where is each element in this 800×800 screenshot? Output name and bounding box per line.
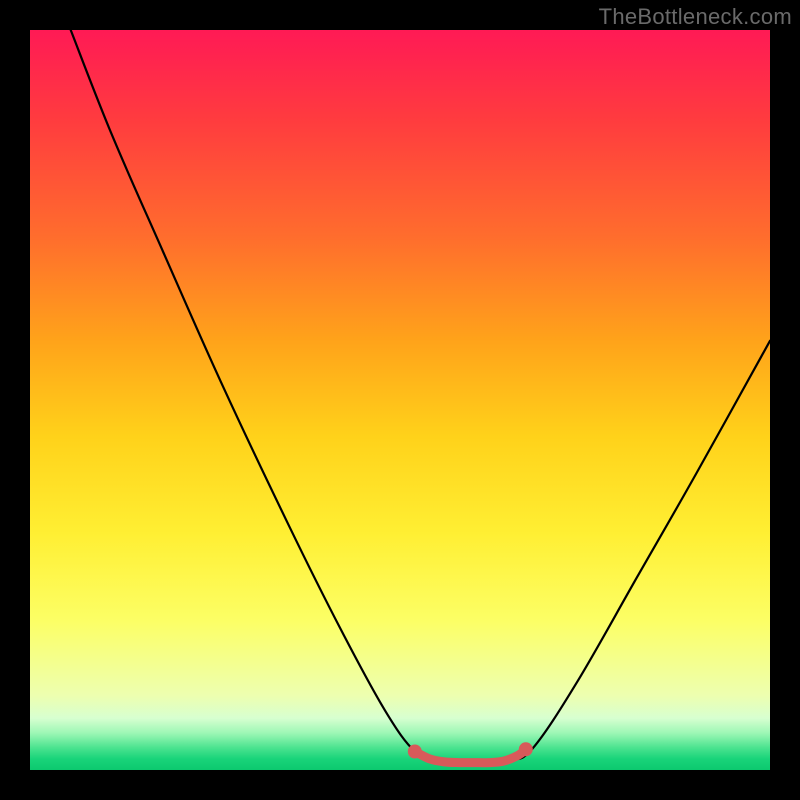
highlight-dot-start [408,745,422,759]
watermark-text: TheBottleneck.com [599,4,792,30]
chart-frame: TheBottleneck.com [0,0,800,800]
highlight-dot-end [519,742,533,756]
curves-svg [30,30,770,770]
plot-area [30,30,770,770]
highlight-curve [415,749,526,762]
main-curve [71,30,770,763]
